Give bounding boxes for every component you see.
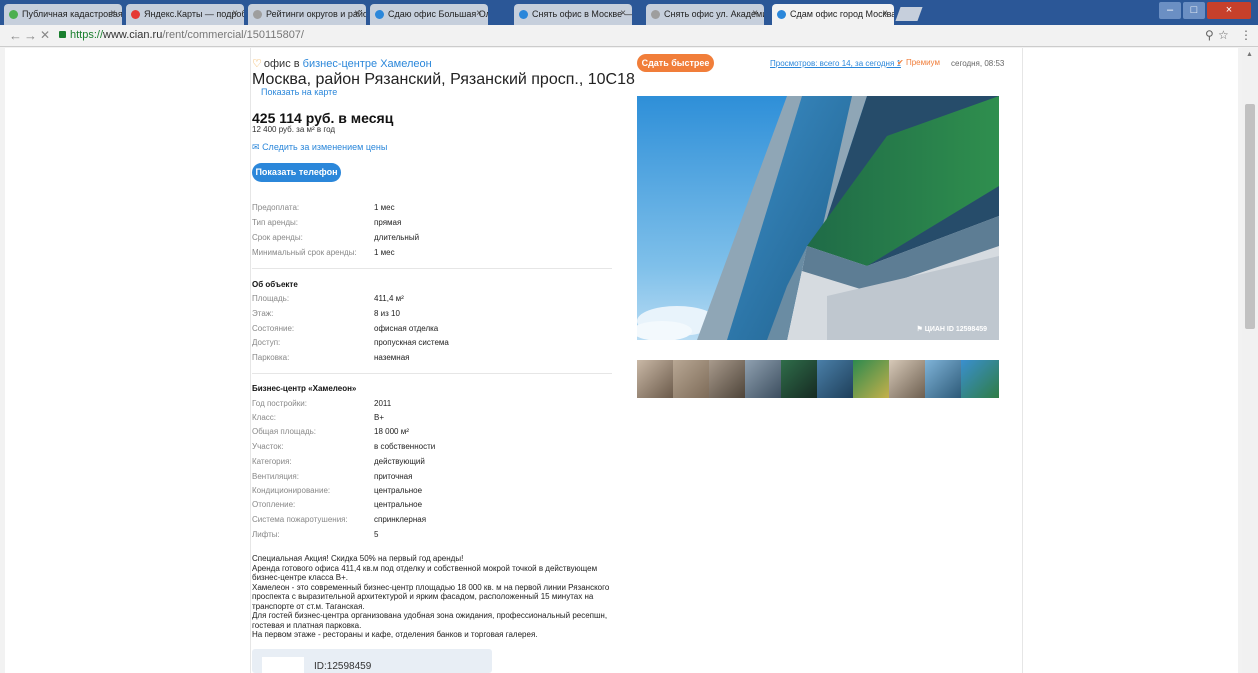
photo-thumbnail[interactable] bbox=[781, 360, 817, 398]
favicon-icon bbox=[519, 10, 528, 19]
favicon-icon bbox=[9, 10, 18, 19]
browser-tab-bar: Публичная кадастровая × Яндекс.Карты — по… bbox=[0, 0, 1258, 25]
close-tab-icon[interactable]: × bbox=[882, 8, 888, 19]
address-bar: ← → ✕ https://www.cian.ru/rent/commercia… bbox=[0, 25, 1258, 47]
cian-logo-icon: ⚑ bbox=[916, 326, 923, 333]
bookmark-star-icon[interactable]: ☆ bbox=[1218, 28, 1229, 42]
office-type: ♡ офис в бизнес-центре Хамелеон bbox=[252, 58, 432, 70]
menu-icon[interactable]: ⋮ bbox=[1240, 28, 1252, 42]
building-photo bbox=[637, 96, 999, 340]
main-photo[interactable]: ⚑ ЦИАН ID 12598459 bbox=[637, 96, 999, 340]
browser-tab[interactable]: Снять офис ул. Академик × bbox=[646, 4, 764, 25]
description: Специальная Акция! Скидка 50% на первый … bbox=[252, 554, 610, 639]
publish-faster-button[interactable]: Сдать быстрее bbox=[637, 54, 714, 72]
agent-logo bbox=[262, 657, 304, 673]
new-tab-button[interactable] bbox=[895, 7, 923, 21]
price: 425 114 руб. в месяц bbox=[252, 110, 394, 126]
reload-icon[interactable]: ✕ bbox=[40, 28, 50, 42]
url-field[interactable]: https://www.cian.ru/rent/commercial/1501… bbox=[70, 29, 304, 41]
close-tab-icon[interactable]: × bbox=[110, 8, 116, 19]
scroll-up-icon[interactable]: ▲ bbox=[1246, 51, 1253, 58]
photo-thumbnail[interactable] bbox=[745, 360, 781, 398]
photo-thumbnail[interactable] bbox=[637, 360, 673, 398]
premium-badge: ✔ Премиум bbox=[897, 58, 940, 67]
close-tab-icon[interactable]: × bbox=[476, 8, 482, 19]
photo-thumbnail[interactable] bbox=[961, 360, 999, 398]
close-tab-icon[interactable]: × bbox=[752, 8, 758, 19]
divider bbox=[252, 373, 612, 374]
photo-thumbnail[interactable] bbox=[889, 360, 925, 398]
premium-icon: ✔ bbox=[897, 58, 904, 67]
close-tab-icon[interactable]: × bbox=[620, 8, 626, 19]
back-icon[interactable]: ← bbox=[9, 28, 22, 43]
show-on-map-link[interactable]: Показать на карте bbox=[261, 87, 337, 97]
photo-thumbnail[interactable] bbox=[925, 360, 961, 398]
views-count-link[interactable]: Просмотров: всего 14, за сегодня 1 bbox=[770, 59, 901, 68]
favicon-icon bbox=[131, 10, 140, 19]
favicon-icon bbox=[651, 10, 660, 19]
photo-thumbnail[interactable] bbox=[673, 360, 709, 398]
zoom-icon[interactable]: ⚲ bbox=[1205, 28, 1214, 42]
publish-date: сегодня, 08:53 bbox=[951, 59, 1005, 68]
close-tab-icon[interactable]: × bbox=[354, 8, 360, 19]
agent-id: ID:12598459 bbox=[314, 661, 372, 672]
maximize-icon[interactable]: □ bbox=[1183, 2, 1205, 19]
favorite-heart-icon[interactable]: ♡ bbox=[252, 58, 262, 70]
price-per-sqm: 12 400 руб. за м² в год bbox=[252, 125, 336, 134]
forward-icon[interactable]: → bbox=[24, 28, 37, 43]
close-window-icon[interactable]: × bbox=[1207, 2, 1251, 19]
favicon-icon bbox=[375, 10, 384, 19]
browser-tab[interactable]: Рейтинги округов и районов× bbox=[248, 4, 366, 25]
browser-tab[interactable]: Публичная кадастровая × bbox=[4, 4, 122, 25]
page-scrollbar[interactable]: ▲ bbox=[1242, 48, 1258, 673]
business-center-link[interactable]: бизнес-центре Хамелеон bbox=[303, 58, 432, 70]
bc-section-title: Бизнес-центр «Хамелеон» bbox=[252, 384, 357, 393]
cian-watermark: ⚑ ЦИАН ID 12598459 bbox=[916, 326, 987, 333]
minimize-icon[interactable]: – bbox=[1159, 2, 1181, 19]
follow-price-link[interactable]: ✉ Следить за изменением цены bbox=[252, 142, 387, 153]
close-tab-icon[interactable]: × bbox=[232, 8, 238, 19]
mail-icon: ✉ bbox=[252, 142, 260, 152]
favicon-icon bbox=[253, 10, 262, 19]
browser-tab-active[interactable]: Сдам офис город Москва × bbox=[772, 4, 894, 25]
browser-tab[interactable]: Яндекс.Карты — подробно× bbox=[126, 4, 244, 25]
browser-tab[interactable]: Снять офис в Москве — × bbox=[514, 4, 632, 25]
divider bbox=[252, 268, 612, 269]
photo-thumbnail[interactable] bbox=[853, 360, 889, 398]
object-section-title: Об объекте bbox=[252, 280, 298, 289]
favicon-icon bbox=[777, 10, 786, 19]
photo-thumbnails bbox=[637, 360, 999, 398]
browser-tab[interactable]: Сдаю офис Большая Ол × bbox=[370, 4, 488, 25]
agent-card: ID:12598459 bbox=[252, 649, 492, 673]
photo-thumbnail[interactable] bbox=[817, 360, 853, 398]
show-phone-button[interactable]: Показать телефон bbox=[252, 163, 341, 182]
lock-icon bbox=[59, 31, 66, 38]
scroll-thumb[interactable] bbox=[1245, 104, 1255, 329]
photo-thumbnail[interactable] bbox=[709, 360, 745, 398]
